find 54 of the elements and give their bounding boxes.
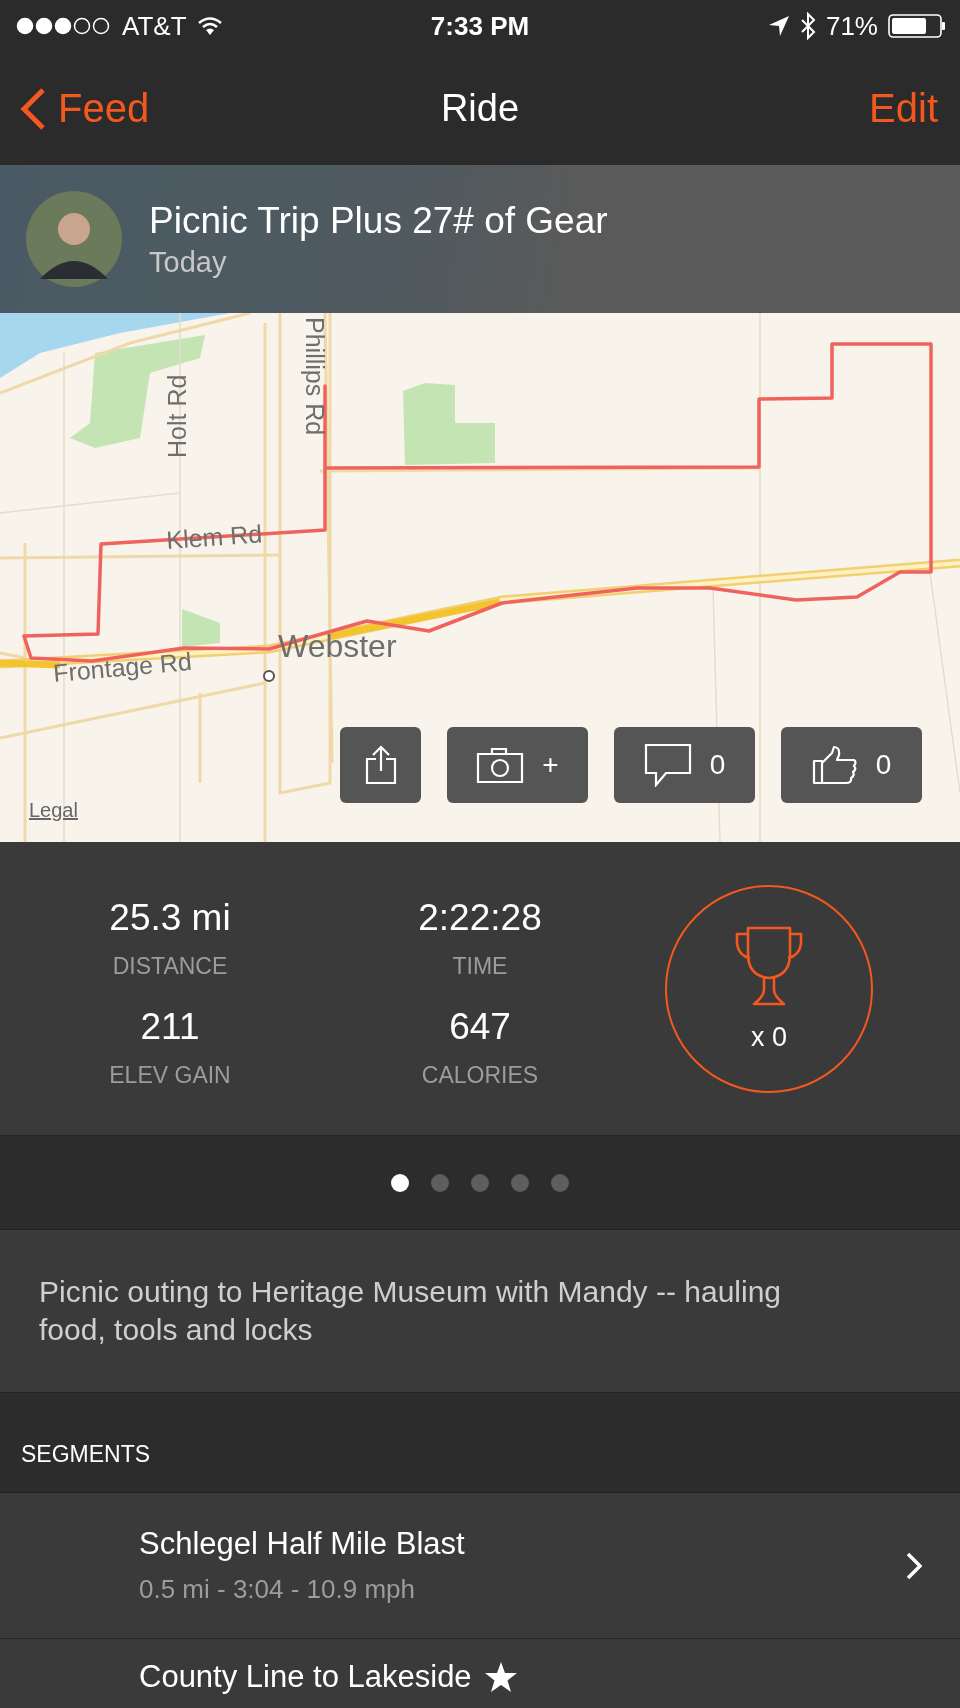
status-time: 7:33 PM	[430, 10, 530, 42]
segment-row[interactable]: County Line to Lakeside	[0, 1639, 960, 1708]
trophy-icon	[734, 924, 804, 1008]
activity-date: Today	[149, 245, 228, 279]
town-marker	[263, 670, 275, 682]
segment-stats: 0.5 mi - 3:04 - 10.9 mph	[139, 1574, 417, 1605]
stat-label: DISTANCE	[112, 952, 228, 980]
battery-percent: 71%	[825, 10, 878, 42]
road-label: Klem Rd	[165, 519, 263, 554]
back-chevron-icon	[20, 86, 46, 131]
screen-title: Ride	[440, 87, 520, 130]
stat-label: TIME	[452, 952, 508, 980]
battery-icon	[888, 14, 946, 38]
share-icon	[364, 745, 397, 785]
stat-value: 2:22:28	[418, 896, 542, 939]
road-label: Holt Rd	[163, 374, 191, 458]
stat-label: CALORIES	[421, 1061, 539, 1089]
stat-value: 647	[449, 1005, 511, 1048]
achievements-badge[interactable]: x 0	[665, 884, 873, 1093]
page-indicator-dot[interactable]	[511, 1173, 529, 1192]
page-indicator-dot[interactable]	[471, 1173, 489, 1192]
share-button[interactable]	[340, 727, 421, 803]
activity-title: Picnic Trip Plus 27# of Gear	[149, 199, 608, 242]
section-heading: SEGMENTS	[21, 1441, 151, 1468]
photo-button[interactable]: +	[447, 727, 588, 803]
town-label: Webster	[278, 628, 397, 664]
activity-description: Picnic outing to Heritage Museum with Mandy -- hauling food, tools and locks	[39, 1274, 783, 1348]
bluetooth-icon	[799, 12, 816, 40]
segment-name: County Line to Lakeside	[139, 1659, 472, 1695]
thumbs-up-icon	[811, 745, 858, 785]
edit-button[interactable]: Edit	[869, 86, 938, 131]
road-label: Phillips Rd	[301, 317, 329, 436]
stat-value: 25.3 mi	[109, 896, 231, 939]
kudos-button[interactable]: 0	[781, 727, 922, 803]
page-indicator-dot[interactable]	[391, 1173, 409, 1192]
segment-row[interactable]: Schlegel Half Mile Blast 0.5 mi - 3:04 - 10.9 mph	[0, 1493, 960, 1639]
signal-icon	[16, 17, 112, 35]
location-arrow-icon	[767, 15, 790, 37]
stat-value: 211	[140, 1005, 200, 1048]
chevron-right-icon	[906, 1551, 922, 1580]
camera-icon	[476, 746, 525, 784]
road-label: Frontage Rd	[52, 647, 193, 687]
carrier-name: AT&T	[122, 10, 187, 42]
page-indicator-dot[interactable]	[431, 1173, 449, 1192]
segment-name: Schlegel Half Mile Blast	[139, 1526, 465, 1562]
wifi-icon	[196, 16, 223, 36]
back-button[interactable]: Feed	[20, 86, 150, 131]
page-indicator-dot[interactable]	[551, 1173, 569, 1192]
avatar-icon	[26, 191, 122, 287]
achievement-count: x 0	[751, 1022, 787, 1053]
stat-label: ELEV GAIN	[109, 1061, 231, 1089]
comment-button[interactable]: 0	[614, 727, 755, 803]
legal-link[interactable]: Legal	[29, 799, 78, 822]
comment-icon	[643, 743, 692, 787]
